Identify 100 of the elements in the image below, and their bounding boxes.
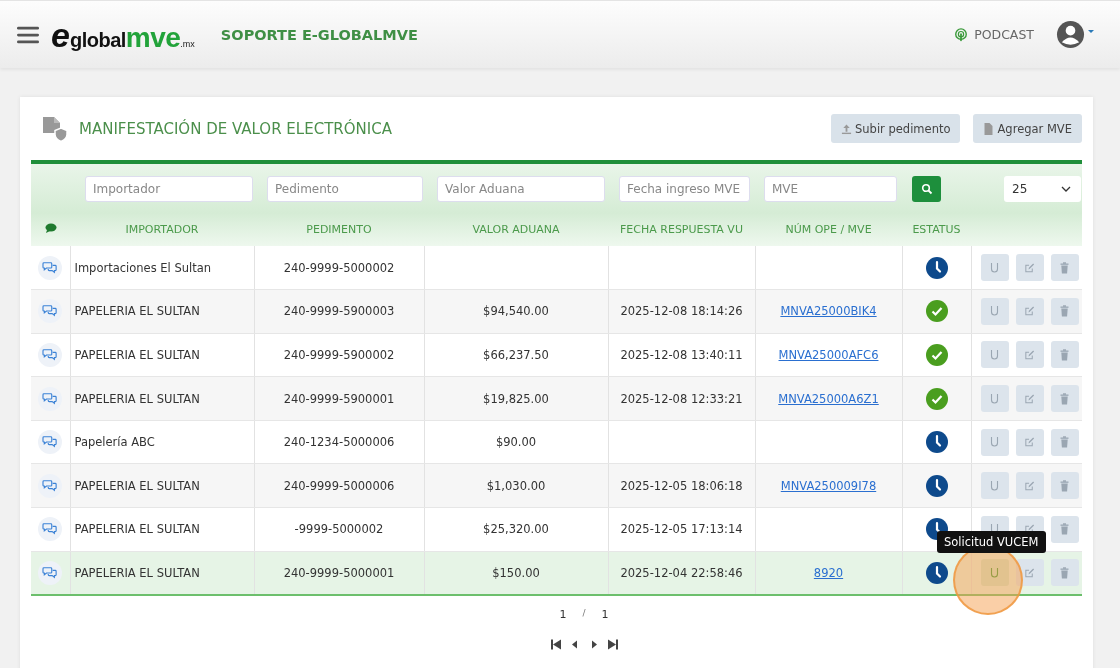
add-button[interactable]: Agregar MVE xyxy=(973,114,1082,143)
comment-icon xyxy=(44,223,57,233)
trash-icon xyxy=(1059,436,1071,449)
trash-icon xyxy=(1059,479,1071,492)
page-size-select[interactable]: 25 xyxy=(1004,175,1081,202)
column-header: FECHA RESPUESTA VU xyxy=(608,213,755,246)
table-cell: PAPELERIA EL SULTAN xyxy=(74,522,200,537)
menu-icon[interactable] xyxy=(17,24,39,45)
chat-icon[interactable] xyxy=(38,343,63,367)
table-cell: 2025-12-04 22:58:46 xyxy=(620,565,743,580)
table-cell: 240-1234-5000006 xyxy=(283,435,395,450)
mve-link[interactable]: MNVA25000A6Z1 xyxy=(778,391,879,406)
trash-icon xyxy=(1059,305,1071,318)
u-shape-icon xyxy=(989,479,1001,492)
delete-button[interactable] xyxy=(1050,559,1079,587)
table-row[interactable]: PAPELERIA EL SULTAN 240-9999-5000006 $1,030.00 2025-12-05 18:06:18 MNVA250009I78 xyxy=(31,463,1082,508)
filter-field[interactable]: Pedimento xyxy=(267,175,423,202)
delete-button[interactable] xyxy=(1050,385,1079,413)
table-cell: PAPELERIA EL SULTAN xyxy=(74,304,200,319)
delete-button[interactable] xyxy=(1050,428,1079,456)
trash-icon xyxy=(1059,392,1071,405)
column-header: ESTATUS xyxy=(902,213,971,246)
table-cell: $66,237.50 xyxy=(483,348,549,362)
search-button[interactable] xyxy=(912,175,941,202)
app-title: SOPORTE E-GLOBALMVE xyxy=(220,26,418,43)
chat-icon[interactable] xyxy=(38,473,63,498)
delete-button[interactable] xyxy=(1050,515,1079,543)
document-icon xyxy=(983,122,995,135)
clock-icon xyxy=(925,561,948,584)
trash-icon xyxy=(1059,349,1071,361)
table-cell: 2025-12-08 13:40:11 xyxy=(620,348,743,362)
filter-field[interactable]: Valor Aduana xyxy=(437,175,605,202)
search-icon xyxy=(920,182,933,195)
chat-icon[interactable] xyxy=(38,255,63,280)
table-cell: PAPELERIA EL SULTAN xyxy=(74,348,200,362)
table-row[interactable]: PAPELERIA EL SULTAN 240-9999-5900002 $66,237.50 2025-12-08 13:40:11 MNVA25000AFC6 xyxy=(31,333,1082,377)
page-total: 1 xyxy=(601,607,609,621)
logo[interactable]: eglobalmve.mx xyxy=(51,17,195,52)
filter-field[interactable]: Importador xyxy=(85,175,253,202)
edit-icon xyxy=(1024,566,1036,579)
edit-icon xyxy=(1024,305,1036,318)
u-shape-icon xyxy=(989,566,1001,579)
column-header: PEDIMENTO xyxy=(254,213,424,246)
edit-icon xyxy=(1024,392,1036,405)
u-shape-icon xyxy=(989,436,1001,449)
table-cell: Importaciones El Sultan xyxy=(74,260,212,275)
mve-link[interactable]: MNVA250009I78 xyxy=(780,478,877,493)
chat-icon[interactable] xyxy=(38,517,63,542)
filter-field[interactable]: MVE xyxy=(764,175,897,202)
caret-icon xyxy=(1088,29,1094,34)
mve-link[interactable]: MNVA25000AFC6 xyxy=(778,348,879,362)
user-menu[interactable] xyxy=(1056,20,1094,49)
previous-page-icon[interactable] xyxy=(569,638,580,650)
table-row[interactable]: Papelería ABC 240-1234-5000006 $90.00 xyxy=(31,420,1082,464)
table-row[interactable]: PAPELERIA EL SULTAN 240-9999-5900001 $19,825.00 2025-12-08 12:33:21 MNVA25000A6Z1 xyxy=(31,376,1082,421)
mve-link[interactable]: MNVA25000BIK4 xyxy=(780,304,877,319)
chat-icon[interactable] xyxy=(38,430,63,455)
delete-button[interactable] xyxy=(1050,341,1079,369)
edit-icon xyxy=(1024,261,1036,274)
podcast-link[interactable]: PODCAST xyxy=(954,26,1034,43)
trash-icon xyxy=(1059,523,1071,536)
selected-table-row[interactable]: PAPELERIA EL SULTAN 240-9999-5000001 $150.00 2025-12-04 22:58:46 8920 xyxy=(31,551,1082,595)
edit-icon xyxy=(1024,436,1036,449)
delete-button[interactable] xyxy=(1050,297,1079,325)
tooltip: Solicitud VUCEM xyxy=(937,531,1046,553)
check-icon xyxy=(925,300,948,323)
table-cell: $90.00 xyxy=(495,435,537,450)
chat-icon[interactable] xyxy=(38,386,63,411)
delete-button[interactable] xyxy=(1050,254,1079,282)
delete-button[interactable] xyxy=(1050,472,1079,500)
upload-button[interactable]: Subir pedimento xyxy=(831,114,961,143)
page-separator: / xyxy=(582,607,586,620)
column-header: NÚM OPE / MVE xyxy=(755,213,902,246)
page-title: MANIFESTACIÓN DE VALOR ELECTRÓNICA xyxy=(79,119,392,138)
chevron-down-icon xyxy=(1061,185,1071,192)
table-row[interactable]: PAPELERIA EL SULTAN 240-9999-5900003 $94,540.00 2025-12-08 18:14:26 MNVA25000BIK4 xyxy=(31,289,1082,334)
u-shape-icon xyxy=(989,392,1001,405)
mve-link[interactable]: 8920 xyxy=(813,565,844,580)
table-cell: 240-9999-5000002 xyxy=(283,260,395,275)
column-header: IMPORTADOR xyxy=(70,213,254,246)
last-page-icon[interactable] xyxy=(607,638,618,650)
first-page-icon[interactable] xyxy=(550,638,561,650)
table-cell: $19,825.00 xyxy=(483,391,549,406)
table-row[interactable]: Importaciones El Sultan 240-9999-5000002 xyxy=(31,246,1082,290)
table-cell: 240-9999-5900003 xyxy=(283,304,395,319)
table-cell: 240-9999-5900001 xyxy=(283,391,395,406)
filter-field[interactable]: Fecha ingreso MVE xyxy=(619,175,750,202)
table-cell: PAPELERIA EL SULTAN xyxy=(74,478,200,493)
table-cell: 2025-12-05 18:06:18 xyxy=(620,478,743,493)
table-cell: PAPELERIA EL SULTAN xyxy=(74,391,200,406)
table-cell: 2025-12-05 17:13:14 xyxy=(620,522,743,537)
table-cell: $25,320.00 xyxy=(483,522,549,537)
edit-icon xyxy=(1024,349,1036,361)
table-cell: $1,030.00 xyxy=(486,478,546,493)
table-cell: 2025-12-08 12:33:21 xyxy=(620,391,743,406)
chat-icon[interactable] xyxy=(38,560,63,585)
chat-icon[interactable] xyxy=(38,299,63,324)
trash-icon xyxy=(1059,566,1071,579)
clock-icon xyxy=(925,474,948,497)
clock-icon xyxy=(925,431,948,454)
